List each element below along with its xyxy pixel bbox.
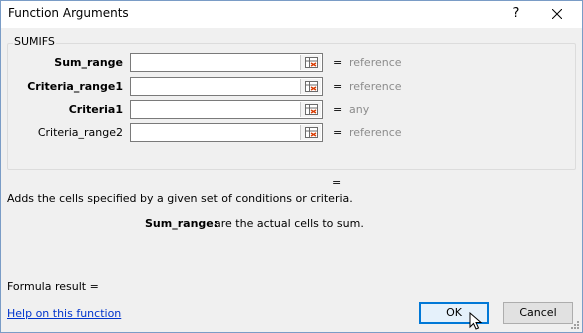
- arg-label-sum-range: Sum_range: [54, 56, 123, 69]
- arg-result-sum-range: reference: [349, 56, 402, 69]
- criteria1-input[interactable]: [130, 100, 323, 119]
- range-select-icon[interactable]: [300, 79, 321, 94]
- sum-range-input[interactable]: [130, 53, 323, 72]
- dialog-title: Function Arguments: [8, 6, 129, 20]
- arg-label-criteria1: Criteria1: [68, 103, 123, 116]
- arg-result-criteria-range1: reference: [349, 80, 402, 93]
- arg-equals-criteria1: =: [333, 103, 343, 116]
- arg-result-criteria1: any: [349, 103, 370, 116]
- title-bar: Function Arguments ?: [1, 1, 582, 28]
- cancel-button[interactable]: Cancel: [503, 302, 573, 324]
- function-name: SUMIFS: [13, 35, 56, 48]
- arg-label-criteria-range1: Criteria_range1: [27, 80, 123, 93]
- help-button[interactable]: ?: [506, 4, 526, 24]
- range-select-icon[interactable]: [300, 55, 321, 70]
- arg-equals-criteria-range1: =: [333, 80, 343, 93]
- criteria-range1-input[interactable]: [130, 77, 323, 96]
- arg-equals-criteria-range2: =: [333, 126, 343, 139]
- arg-equals-sum-range: =: [333, 56, 343, 69]
- close-icon[interactable]: [547, 4, 567, 24]
- current-arg-name: Sum_range:: [145, 217, 219, 230]
- range-select-icon[interactable]: [300, 102, 321, 117]
- range-select-icon[interactable]: [300, 125, 321, 140]
- help-link[interactable]: Help on this function: [7, 307, 121, 320]
- function-result-equals: =: [332, 176, 342, 189]
- arg-result-criteria-range2: reference: [349, 126, 402, 139]
- criteria-range2-input[interactable]: [130, 123, 323, 142]
- formula-result: Formula result =: [7, 280, 99, 293]
- resize-grip-icon[interactable]: [570, 320, 580, 330]
- function-description: Adds the cells specified by a given set …: [7, 192, 353, 205]
- current-arg-description: are the actual cells to sum.: [214, 217, 364, 230]
- mouse-cursor-icon: [469, 312, 483, 330]
- arg-label-criteria-range2: Criteria_range2: [37, 126, 123, 139]
